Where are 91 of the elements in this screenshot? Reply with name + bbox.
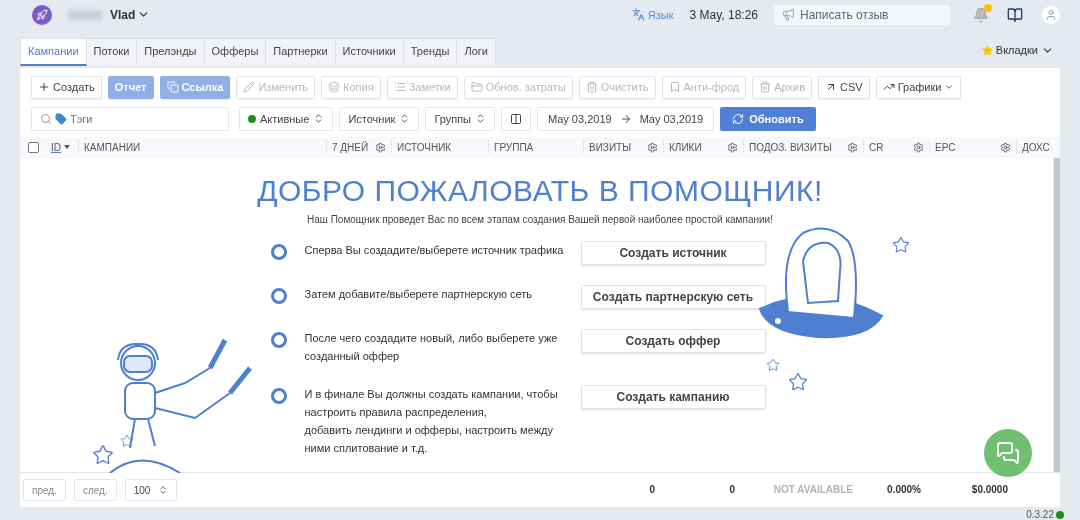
tab[interactable]: Кампании bbox=[20, 37, 87, 66]
column-header[interactable]: КЛИКИ bbox=[669, 141, 702, 153]
step-text: И в финале Вы должны создать кампании, чтобы настроить правила распределения, добавить лендинги и офферы, настроить между ними сплитование и т.д. bbox=[304, 386, 559, 456]
chat-icon bbox=[996, 441, 1020, 465]
star-icon bbox=[120, 433, 134, 448]
tab[interactable]: Источники bbox=[335, 37, 404, 66]
tab[interactable]: Тренды bbox=[403, 37, 458, 66]
book-icon[interactable] bbox=[1007, 6, 1023, 23]
total-cell: NOT AVAILABLE bbox=[773, 484, 853, 496]
tab[interactable]: Логи bbox=[457, 37, 496, 66]
gear-icon[interactable] bbox=[847, 141, 858, 153]
step-button[interactable]: Создать источник bbox=[580, 240, 766, 265]
pencil-icon bbox=[243, 81, 256, 94]
date-range-field[interactable]: May 03,2019 May 03,2019 bbox=[537, 106, 715, 131]
feedback-button[interactable]: Написать отзыв bbox=[774, 4, 950, 25]
total-cell: 0.000% bbox=[887, 484, 921, 496]
gear-icon[interactable] bbox=[1000, 141, 1011, 153]
column-header[interactable]: CR bbox=[869, 141, 884, 153]
scrollbar[interactable] bbox=[1053, 157, 1060, 472]
chat-button[interactable] bbox=[984, 429, 1032, 477]
user-avatar[interactable] bbox=[1042, 5, 1060, 24]
column-header[interactable]: EPC bbox=[935, 141, 956, 153]
tab[interactable]: Прелэнды bbox=[137, 37, 205, 66]
star-icon bbox=[981, 44, 993, 56]
star-icon bbox=[766, 357, 780, 372]
date-time: 3 May, 18:26 bbox=[689, 7, 758, 22]
list-icon bbox=[393, 81, 406, 94]
folder-icon bbox=[470, 81, 483, 94]
column-header[interactable]: ДОХС bbox=[1022, 141, 1050, 153]
layers-icon bbox=[328, 81, 341, 94]
translate-icon bbox=[631, 8, 645, 22]
search-icon bbox=[40, 112, 52, 125]
step-button[interactable]: Создать партнерскую сеть bbox=[580, 284, 766, 309]
date-from: May 03,2019 bbox=[548, 112, 612, 125]
star-icon bbox=[892, 235, 910, 254]
total-cell: 0 bbox=[729, 484, 735, 496]
star-icon bbox=[788, 371, 808, 392]
column-header[interactable]: 7 ДНЕЙ bbox=[332, 141, 369, 153]
column-header[interactable]: КАМПАНИИ bbox=[84, 141, 141, 153]
filter-select[interactable]: Активные bbox=[239, 106, 334, 131]
updown-icon bbox=[157, 485, 168, 495]
column-header[interactable]: ИСТОЧНИК bbox=[397, 141, 452, 153]
total-cell: 0 bbox=[649, 484, 655, 496]
copy-icon bbox=[166, 81, 179, 94]
welcome-title: ДОБРО ПОЖАЛОВАТЬ В ПОМОЩНИК! bbox=[257, 173, 823, 208]
tag-icon bbox=[55, 112, 67, 125]
column-header[interactable]: ГРУППА bbox=[494, 141, 534, 153]
welcome-subtitle: Наш Помощник проведет Вас по всем этапам создания Вашей первой наиболее простой кампании! bbox=[307, 213, 773, 225]
gear-icon[interactable] bbox=[375, 141, 386, 153]
toolbar-button[interactable]: CSV bbox=[818, 75, 870, 99]
checkbox[interactable] bbox=[28, 141, 39, 153]
columns-icon bbox=[510, 112, 523, 125]
bookmark-icon bbox=[668, 81, 681, 94]
filter-select[interactable]: Группы bbox=[425, 106, 496, 131]
filter-select[interactable]: Источник bbox=[339, 106, 420, 131]
step-button[interactable]: Создать кампанию bbox=[580, 384, 766, 409]
gear-icon[interactable] bbox=[727, 141, 738, 153]
star-icon bbox=[92, 443, 114, 466]
column-header[interactable]: ПОДОЗ. ВИЗИТЫ bbox=[749, 141, 832, 153]
blurred-name bbox=[68, 9, 102, 20]
refresh-button[interactable]: Обновить bbox=[720, 106, 816, 131]
tab[interactable]: Офферы bbox=[204, 37, 267, 66]
total-cell: $0.0000 bbox=[971, 484, 1008, 496]
plus-icon bbox=[38, 81, 50, 94]
arrow-right-icon bbox=[619, 112, 632, 125]
step-button[interactable]: Создать оффер bbox=[580, 328, 766, 353]
trash-icon bbox=[585, 81, 598, 94]
prev-button[interactable]: пред. bbox=[23, 479, 66, 501]
trash-icon bbox=[759, 81, 772, 94]
step-text: После чего создадите новый, либо выберете уже созданный оффер bbox=[304, 330, 559, 364]
page-size-select[interactable]: 100 bbox=[124, 479, 177, 501]
tabs-menu[interactable]: Вкладки bbox=[975, 42, 1060, 58]
columns-button[interactable] bbox=[501, 106, 532, 131]
version-label: 0.3.22 bbox=[1026, 509, 1054, 520]
rocket-logo[interactable] bbox=[32, 4, 52, 25]
refresh-icon bbox=[732, 112, 745, 125]
date-to: May 03,2019 bbox=[639, 112, 704, 125]
column-header[interactable]: ВИЗИТЫ bbox=[589, 141, 632, 153]
step-text: Сперва Вы создадите/выберете источник трафика bbox=[304, 242, 565, 258]
user-menu[interactable]: Vlad bbox=[110, 7, 151, 22]
gear-icon[interactable] bbox=[647, 141, 658, 153]
gear-icon[interactable] bbox=[913, 141, 924, 153]
tab[interactable]: Потоки bbox=[86, 37, 138, 66]
toolbar-button[interactable]: Графики bbox=[875, 75, 962, 99]
megaphone-icon bbox=[782, 8, 795, 22]
next-button[interactable]: след. bbox=[73, 479, 117, 501]
toolbar-button[interactable]: Создать bbox=[31, 75, 102, 99]
step-text: Затем добавите/выберете партнерскую сеть bbox=[304, 286, 533, 302]
tab[interactable]: Партнерки bbox=[266, 37, 336, 66]
search-field[interactable]: Тэги bbox=[31, 106, 229, 131]
column-header[interactable]: ID bbox=[51, 141, 61, 153]
